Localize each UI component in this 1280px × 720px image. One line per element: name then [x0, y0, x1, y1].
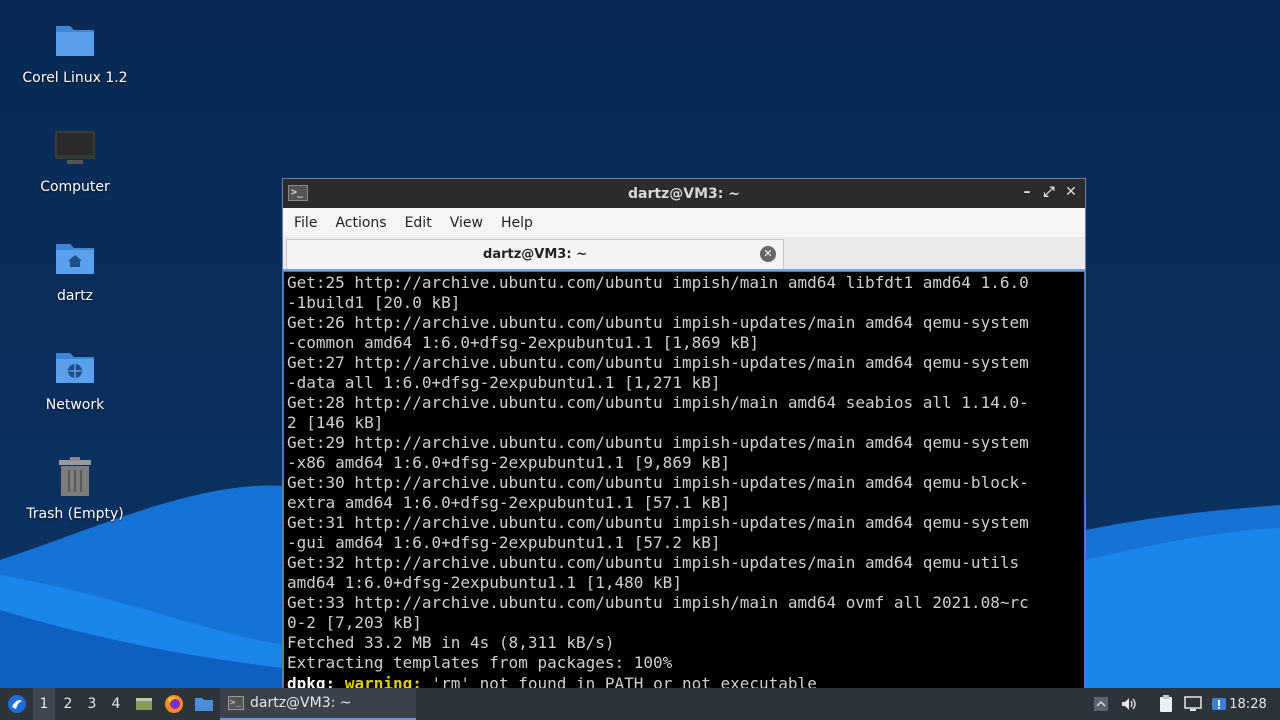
minimize-icon[interactable]: – [1021, 184, 1033, 200]
terminal-line: -data all 1:6.0+dfsg-2expubuntu1.1 [1,27… [287, 373, 721, 392]
terminal-last-line: dpkg: warning: 'rm' not found in PATH or… [284, 673, 1084, 689]
menu-edit[interactable]: Edit [398, 211, 439, 235]
warning-message: 'rm' not found in PATH or not executable [421, 674, 817, 689]
terminal-line: -gui amd64 1:6.0+dfsg-2expubuntu1.1 [57.… [287, 533, 721, 552]
terminal-line: Get:30 http://archive.ubuntu.com/ubuntu … [287, 473, 1029, 492]
desktop-icon-corel-linux[interactable]: Corel Linux 1.2 [15, 18, 135, 86]
workspace-4[interactable]: 4 [105, 688, 127, 720]
desktop-icon-label: dartz [56, 288, 94, 304]
file-manager-icon[interactable] [192, 688, 216, 720]
desktop-icon-network[interactable]: Network [15, 345, 135, 413]
workspace-2[interactable]: 2 [57, 688, 79, 720]
terminal-line: Get:29 http://archive.ubuntu.com/ubuntu … [287, 433, 1029, 452]
maximize-icon[interactable]: ⤢ [1043, 184, 1055, 200]
tray-arrow-icon[interactable] [1090, 693, 1112, 715]
trash-icon [53, 454, 97, 498]
desktop-icon-computer[interactable]: Computer [15, 127, 135, 195]
network-status-icon[interactable] [1182, 693, 1204, 715]
menu-bar: File Actions Edit View Help [283, 208, 1085, 237]
menu-actions[interactable]: Actions [328, 211, 393, 235]
terminal-line: Get:27 http://archive.ubuntu.com/ubuntu … [287, 353, 1029, 372]
tab-label: dartz@VM3: ~ [483, 247, 587, 262]
network-folder-icon [53, 345, 97, 389]
window-title: dartz@VM3: ~ [628, 185, 740, 202]
terminal-line: 2 [146 kB] [287, 413, 384, 432]
lubuntu-logo-icon [8, 695, 26, 713]
desktop-icon-label: Corel Linux 1.2 [22, 70, 128, 86]
terminal-window: >_ dartz@VM3: ~ – ⤢ ✕ File Actions Edit … [282, 178, 1086, 689]
task-label: dartz@VM3: ~ [250, 695, 352, 711]
desktop-icon-label: Network [45, 397, 105, 413]
tab-close-icon[interactable]: ✕ [760, 246, 776, 262]
terminal-line: Get:26 http://archive.ubuntu.com/ubuntu … [287, 313, 1029, 332]
menu-help[interactable]: Help [494, 211, 540, 235]
start-menu-button[interactable] [4, 688, 30, 720]
workspace-3[interactable]: 3 [81, 688, 103, 720]
folder-icon [53, 18, 97, 62]
terminal-output[interactable]: Get:25 http://archive.ubuntu.com/ubuntu … [283, 271, 1085, 689]
terminal-line: Extracting templates from packages: 100% [287, 653, 673, 672]
taskbar: 1 2 3 4 >_ dartz@VM3: ~ 18:28 [0, 688, 1280, 720]
terminal-line: amd64 1:6.0+dfsg-2expubuntu1.1 [1,480 kB… [287, 573, 682, 592]
desktop-icon-label: Computer [40, 179, 110, 195]
menu-file[interactable]: File [287, 211, 324, 235]
terminal-line: Get:31 http://archive.ubuntu.com/ubuntu … [287, 513, 1029, 532]
terminal-line: 0-2 [7,203 kB] [287, 613, 422, 632]
volume-icon[interactable] [1118, 693, 1140, 715]
close-icon[interactable]: ✕ [1065, 184, 1077, 200]
terminal-line: Get:28 http://archive.ubuntu.com/ubuntu … [287, 393, 1029, 412]
firefox-icon[interactable] [163, 688, 185, 720]
terminal-line: Fetched 33.2 MB in 4s (8,311 kB/s) [287, 633, 615, 652]
terminal-line: -1build1 [20.0 kB] [287, 293, 461, 312]
desktop-icon-trash[interactable]: Trash (Empty) [15, 454, 135, 522]
show-desktop-icon[interactable] [133, 688, 155, 720]
terminal-line: Get:25 http://archive.ubuntu.com/ubuntu … [287, 273, 1029, 292]
home-folder-icon [53, 236, 97, 280]
terminal-icon: >_ [228, 696, 244, 710]
warning-keyword: warning: [344, 674, 422, 689]
terminal-icon: >_ [288, 185, 308, 201]
terminal-tab[interactable]: dartz@VM3: ~ ✕ [286, 239, 784, 269]
terminal-line: extra amd64 1:6.0+dfsg-2expubuntu1.1 [57… [287, 493, 731, 512]
taskbar-task-terminal[interactable]: >_ dartz@VM3: ~ [220, 688, 416, 720]
terminal-text: Get:25 http://archive.ubuntu.com/ubuntu … [284, 272, 1084, 673]
window-titlebar[interactable]: >_ dartz@VM3: ~ – ⤢ ✕ [283, 179, 1085, 208]
clipboard-icon[interactable] [1155, 693, 1177, 715]
tab-bar: dartz@VM3: ~ ✕ [283, 237, 1085, 271]
terminal-line: Get:33 http://archive.ubuntu.com/ubuntu … [287, 593, 1029, 612]
desktop-icon-label: Trash (Empty) [26, 506, 124, 522]
computer-icon [53, 127, 97, 171]
dpkg-prefix: dpkg: [287, 674, 336, 689]
clock[interactable]: 18:28 [1224, 688, 1272, 720]
terminal-line: -x86 amd64 1:6.0+dfsg-2expubuntu1.1 [9,8… [287, 453, 731, 472]
menu-view[interactable]: View [443, 211, 490, 235]
window-controls: – ⤢ ✕ [1021, 184, 1077, 200]
terminal-line: -common amd64 1:6.0+dfsg-2expubuntu1.1 [… [287, 333, 760, 352]
workspace-1[interactable]: 1 [33, 688, 55, 720]
terminal-line: Get:32 http://archive.ubuntu.com/ubuntu … [287, 553, 1020, 572]
desktop-icon-home[interactable]: dartz [15, 236, 135, 304]
